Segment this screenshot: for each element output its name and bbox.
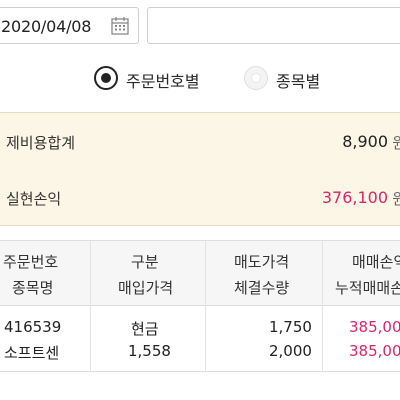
cell-order-no: 416539 [4, 318, 62, 336]
radio-selected-icon[interactable] [94, 66, 118, 90]
column-divider [90, 306, 91, 372]
radio-by-order-label: 주문번호별 [126, 72, 200, 91]
header-sell-price: 매도가격 [234, 253, 290, 271]
cell-type: 현금 [131, 320, 159, 338]
column-divider [90, 241, 91, 307]
calendar-icon[interactable] [110, 16, 130, 36]
column-divider [322, 306, 323, 372]
header-order-no: 주문번호 [3, 253, 59, 271]
fee-total-label: 제비용합계 [6, 134, 76, 152]
header-cum-pnl: 누적매매손익 [335, 279, 400, 297]
column-divider [205, 241, 206, 307]
cell-stock-name: 소프트센 [4, 344, 60, 362]
radio-by-stock-label: 종목별 [276, 72, 321, 91]
header-quantity: 체결수량 [234, 279, 290, 297]
start-date-value: 2020/04/08 [1, 17, 92, 36]
cell-quantity: 2,000 [269, 342, 312, 360]
realized-pnl-unit: 원 [392, 190, 400, 208]
realized-pnl-label: 실현손익 [6, 190, 62, 208]
column-divider [205, 306, 206, 372]
fee-total-unit: 원 [392, 134, 400, 152]
cell-buy-price: 1,558 [128, 342, 171, 360]
cell-pnl: 385,000 [349, 318, 400, 336]
header-type: 구분 [131, 253, 159, 271]
fee-total-value: 8,900 [342, 132, 388, 151]
end-date-field[interactable] [147, 7, 400, 44]
table-row[interactable]: 416539 소프트센 현금 1,558 1,750 2,000 385,000… [0, 306, 400, 372]
cell-cum-pnl: 385,000 [349, 342, 400, 360]
table-header: 주문번호 종목명 구분 매입가격 매도가격 체결수량 매매손익 누적매매손익 [0, 240, 400, 307]
radio-unselected-icon[interactable] [244, 66, 268, 90]
header-stock-name: 종목명 [12, 279, 54, 297]
cell-sell-price: 1,750 [269, 318, 312, 336]
header-buy-price: 매입가격 [118, 279, 174, 297]
header-pnl: 매매손익 [352, 253, 400, 271]
column-divider [322, 241, 323, 307]
realized-pnl-value: 376,100 [321, 188, 388, 207]
summary-panel: 제비용합계 8,900 원 실현손익 376,100 원 [0, 112, 400, 226]
start-date-field[interactable]: 2020/04/08 [0, 7, 139, 44]
